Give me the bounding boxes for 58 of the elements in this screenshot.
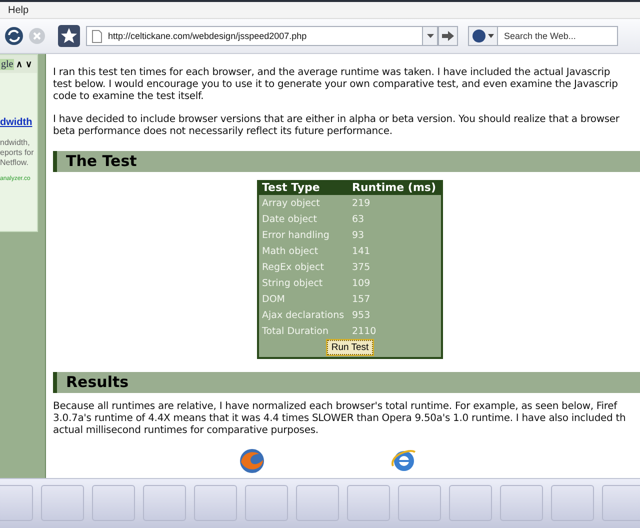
- table-cell-text: 2110: [351, 324, 378, 338]
- dock-tile[interactable]: [41, 485, 84, 521]
- ad-link[interactable]: dwidth: [0, 117, 37, 128]
- table-cell-text: 63: [351, 212, 366, 226]
- search-engine-button[interactable]: [468, 26, 498, 46]
- ad-arrows[interactable]: ∧ ∨: [16, 59, 33, 69]
- dock-tile[interactable]: [449, 485, 492, 521]
- table-cell-text: DOM: [261, 292, 286, 306]
- paragraph: Because all runtimes are relative, I have normalized each browser's total runtime. For example, as seen below, Firef 3.0.7a's runtime of 4.4X means that it was 4.4 times SLOWER than Opera 9.50a's 1.0 runtime. I have also included th actual millisecond runtimes for comparative purposes.: [53, 401, 626, 437]
- table-cell-text: 93: [351, 228, 366, 242]
- table-cell-text: 953: [351, 308, 372, 322]
- dock-tile[interactable]: [92, 485, 135, 521]
- table-cell-text: 375: [351, 260, 372, 274]
- dock-tile[interactable]: [296, 485, 339, 521]
- caret-icon: [426, 34, 434, 38]
- dock-tile[interactable]: [245, 485, 288, 521]
- table-cell: Array object: [259, 195, 349, 211]
- go-button[interactable]: [438, 26, 458, 46]
- dock-tile[interactable]: [194, 485, 237, 521]
- table-cell-text: 141: [351, 244, 372, 258]
- table-cell-text: String object: [261, 276, 324, 290]
- search-field[interactable]: Search the Web...: [498, 26, 618, 46]
- ad-text: ndwidth, eports for Netflow.: [0, 138, 35, 168]
- table-cell-text: Ajax declarations: [261, 308, 346, 322]
- table-cell-text: 157: [351, 292, 372, 306]
- address-field[interactable]: http://celtickane.com/webdesign/jsspeed2007.php: [86, 26, 423, 46]
- table-cell-text: RegEx object: [261, 260, 325, 274]
- arrow-icon: [442, 31, 454, 41]
- table-cell-text: Date object: [261, 212, 318, 226]
- caret-icon: [488, 34, 494, 38]
- page-icon[interactable]: [92, 30, 102, 42]
- table-cell-text: Math object: [261, 244, 320, 258]
- table-cell: 219: [349, 195, 441, 211]
- column-header: Runtime (ms): [349, 180, 441, 195]
- table-cell-text: Total Duration: [261, 324, 330, 338]
- table-cell-text: Error handling: [261, 228, 330, 242]
- column-header: Test Type: [259, 180, 349, 195]
- stop-icon[interactable]: [28, 27, 46, 45]
- dock-tile[interactable]: [143, 485, 186, 521]
- ad-logo: gle: [0, 58, 14, 70]
- section-heading: Results: [53, 372, 640, 393]
- dock-tile[interactable]: [0, 485, 33, 521]
- reload-icon[interactable]: [4, 26, 24, 46]
- e-logo-icon[interactable]: [391, 448, 417, 474]
- dock-tile[interactable]: [398, 485, 441, 521]
- dock-tile[interactable]: [500, 485, 543, 521]
- menu-item[interactable]: Help: [8, 4, 29, 16]
- dropdown-button[interactable]: [422, 26, 438, 46]
- table-cell-text: 109: [351, 276, 372, 290]
- run-test-button[interactable]: Run Test: [327, 340, 373, 355]
- paragraph: I ran this test ten times for each browser, and the average runtime was taken. I have included the actual Javascrip test below. I would encourage you to use it to generate your own comparative test, and even examine the Javascrip code to examine the test itself.: [53, 67, 618, 103]
- globe-icon: [472, 29, 486, 43]
- dock-tile[interactable]: [347, 485, 390, 521]
- dock-tile[interactable]: [551, 485, 594, 521]
- dock-tile[interactable]: [602, 485, 640, 521]
- section-heading: The Test: [53, 151, 640, 172]
- globe-fox-icon[interactable]: [239, 448, 265, 474]
- paragraph: I have decided to include browser versions that are either in alpha or beta version. You should realize that a browser beta performance does not necessarily reflect its future performance.: [53, 114, 620, 138]
